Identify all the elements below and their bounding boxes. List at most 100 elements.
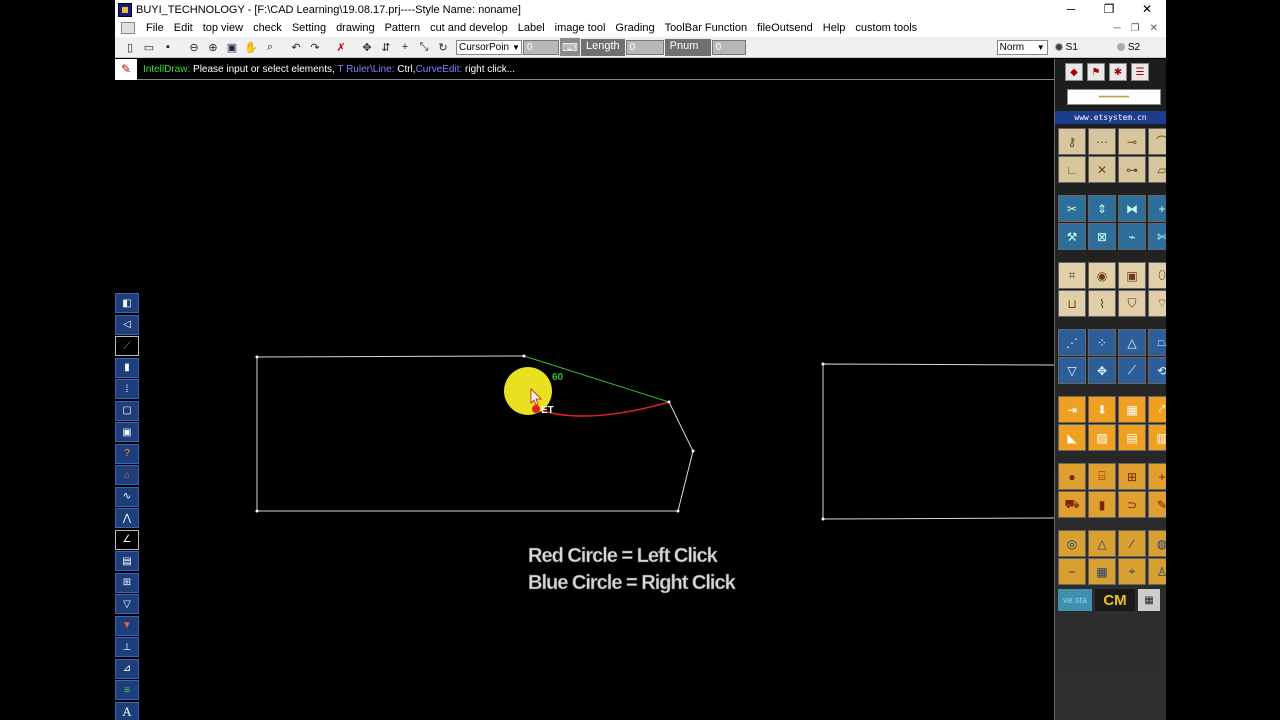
piece-icon[interactable]: ⬯ [1148, 262, 1166, 289]
grade-spread-icon[interactable]: ⋰ [1058, 329, 1086, 356]
new-file-icon[interactable]: ▯ [121, 38, 139, 56]
flag-tool-icon[interactable]: ⚑ [1087, 63, 1105, 81]
tool-rect-icon[interactable]: ▢ [115, 400, 139, 421]
keyboard-icon[interactable]: ⌨ [560, 38, 580, 56]
pnum-field[interactable]: 0 [711, 39, 746, 55]
zoom-out-icon[interactable]: ⊖ [185, 38, 203, 56]
menu-check[interactable]: check [248, 22, 287, 34]
tool-notch-icon[interactable]: ▼ [115, 615, 139, 636]
menu-edit[interactable]: Edit [169, 22, 198, 34]
frame-icon[interactable]: ▣ [1118, 262, 1146, 289]
tool-pleat-icon[interactable]: ▽ [115, 594, 139, 614]
pen-icon[interactable]: ✎ [115, 58, 137, 80]
tool-piece-icon[interactable]: ⌂ [115, 465, 139, 485]
document-icon[interactable] [121, 22, 135, 34]
child-restore-button[interactable]: ❐ [1131, 23, 1140, 34]
table-icon[interactable]: ▦ [1088, 558, 1116, 585]
sewing-machine-icon[interactable]: ⌗ [1058, 262, 1086, 289]
tool-flip-icon[interactable]: ◁ [115, 314, 139, 335]
menu-cut-and-develop[interactable]: cut and develop [425, 22, 513, 34]
zoom-in-icon[interactable]: ⊕ [204, 38, 222, 56]
garment-icon[interactable]: ⛉ [1118, 290, 1146, 317]
et-icon[interactable]: ▦ [1118, 396, 1146, 423]
diagonal-icon[interactable]: ⟋ [1118, 357, 1146, 384]
fold-icon[interactable]: ⌁ [1118, 223, 1146, 250]
tape-measure-icon[interactable]: ◎ [1058, 530, 1086, 557]
palette-tool-icon[interactable]: ✱ [1109, 63, 1127, 81]
split-arrow-icon[interactable]: ⇕ [1088, 195, 1116, 222]
tool-split-icon[interactable]: ⁞ [115, 379, 139, 399]
child-minimize-button[interactable]: ─ [1114, 23, 1121, 34]
apple-icon[interactable]: ● [1058, 463, 1086, 490]
tool-ruler-icon[interactable]: ⊿ [115, 658, 139, 679]
add-point-icon[interactable]: + [396, 38, 414, 56]
tool-hline-icon[interactable]: ≡ [115, 680, 139, 700]
cylinder-icon[interactable]: ⌸ [1088, 463, 1116, 490]
doc-icon[interactable]: ▤ [1118, 424, 1146, 451]
tool-text-icon[interactable]: A [115, 701, 139, 720]
button-icon[interactable]: ◉ [1088, 262, 1116, 289]
open-folder-icon[interactable]: ▭ [140, 38, 158, 56]
undo-icon[interactable]: ↶ [287, 38, 305, 56]
menu-help[interactable]: Help [818, 22, 851, 34]
export-icon[interactable]: ⇥ [1058, 396, 1086, 423]
menu-file-outsend[interactable]: fileOutsend [752, 22, 818, 34]
vertex-icon[interactable]: ⌖ [1118, 558, 1146, 585]
triangle-icon[interactable]: △ [1118, 329, 1146, 356]
add-icon[interactable]: + [1148, 195, 1166, 222]
menu-grading[interactable]: Grading [610, 22, 659, 34]
move-piece-icon[interactable]: ✥ [1088, 357, 1116, 384]
menu-toolbar-function[interactable]: ToolBar Function [660, 22, 753, 34]
panel-icon[interactable]: ▮ [1088, 491, 1116, 518]
cursor-point-select[interactable]: CursorPoin ▼ [456, 39, 522, 55]
menu-image-tool[interactable]: image tool [550, 22, 611, 34]
transform-icon[interactable]: ⤡ [415, 38, 433, 56]
radio-s2[interactable]: S2 [1116, 42, 1140, 53]
plus-icon[interactable]: + [1148, 463, 1166, 490]
page-icon[interactable]: ▱ [1148, 156, 1166, 183]
maximize-button[interactable]: ❐ [1090, 0, 1128, 19]
texture-icon[interactable]: ▨ [1088, 424, 1116, 451]
compass-icon[interactable]: △ [1088, 530, 1116, 557]
menu-setting[interactable]: Setting [287, 22, 331, 34]
tool-grade-icon[interactable]: ⊞ [115, 572, 139, 593]
key-point-icon[interactable]: ⚷ [1058, 128, 1086, 155]
menu-top-view[interactable]: top view [198, 22, 248, 34]
calculator-icon[interactable]: ▦ [1138, 589, 1160, 611]
rotate-piece-icon[interactable]: ⟲ [1148, 357, 1166, 384]
tool-angle-icon[interactable]: ∠ [115, 529, 139, 550]
tool-dart-icon[interactable]: ⋀ [115, 508, 139, 528]
hammer-icon[interactable]: ⚒ [1058, 223, 1086, 250]
redo-icon[interactable]: ↷ [306, 38, 324, 56]
delete-select-icon[interactable]: ✗ [332, 38, 350, 56]
loop-icon[interactable]: ⊃ [1118, 491, 1146, 518]
funnel-icon[interactable]: ▽ [1058, 357, 1086, 384]
columns-icon[interactable]: ▥ [1148, 424, 1166, 451]
length-field[interactable]: 0 [625, 39, 664, 55]
connect-icon[interactable]: ⊸ [1118, 128, 1146, 155]
color-tool-icon[interactable]: ◆ [1065, 63, 1083, 81]
offset-icon[interactable]: ⊶ [1118, 156, 1146, 183]
cm-unit-button[interactable]: CM [1095, 589, 1135, 611]
norm-select[interactable]: Norm ▼ [996, 39, 1048, 55]
minimize-button[interactable]: ─ [1052, 0, 1090, 19]
zoom-fit-icon[interactable]: ▣ [223, 38, 241, 56]
scissors-icon[interactable]: ✂ [1058, 195, 1086, 222]
marker-icon[interactable]: ⁄ [1118, 530, 1146, 557]
globe-icon[interactable]: ◍ [1148, 530, 1166, 557]
grade-dots-icon[interactable]: ⁘ [1088, 329, 1116, 356]
child-close-button[interactable]: ✕ [1150, 23, 1158, 34]
close-button[interactable]: ✕ [1128, 0, 1166, 19]
dot-line-icon[interactable]: ⋯ [1088, 128, 1116, 155]
drawing-canvas[interactable]: 60 ET Red Circle = Left Click Blue Circl… [115, 81, 1054, 720]
tool-calc-icon[interactable]: ▤ [115, 551, 139, 571]
pattern-icon[interactable]: ⊠ [1088, 223, 1116, 250]
rotate-icon[interactable]: ↻ [434, 38, 452, 56]
cut-icon[interactable]: ✄ [1148, 223, 1166, 250]
tool-bar-icon[interactable]: ▮ [115, 357, 139, 378]
pocket-icon[interactable]: ⊔ [1058, 290, 1086, 317]
menu-label[interactable]: Label [513, 22, 550, 34]
angle-curve-icon[interactable]: ∟ [1058, 156, 1086, 183]
tape-icon[interactable]: ✎ [1148, 491, 1166, 518]
curve-tool-icon[interactable]: ⌒ [1148, 128, 1166, 155]
